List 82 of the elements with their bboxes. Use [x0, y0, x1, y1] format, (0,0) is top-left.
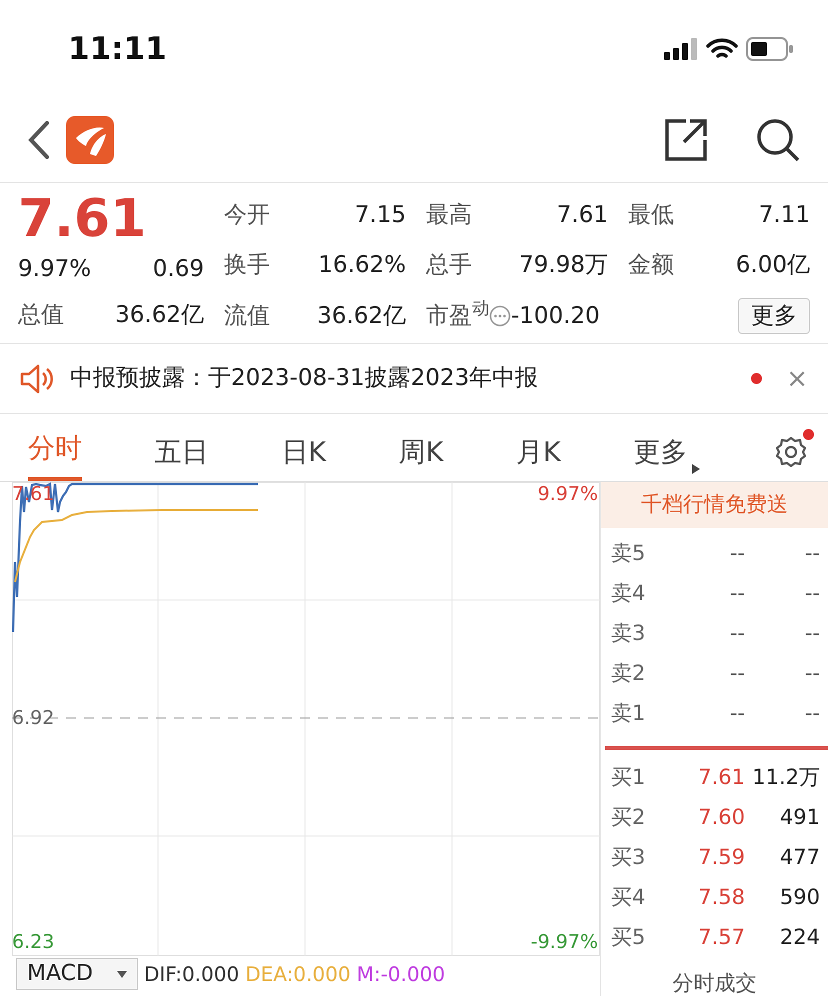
percent-axis-label: 9.97%: [538, 484, 598, 504]
stat-value: 79.98万: [519, 251, 608, 280]
stat-label: 总值: [18, 300, 64, 330]
chart-tab[interactable]: 分时: [28, 428, 82, 481]
order-price: --: [728, 700, 745, 728]
battery-icon: [746, 37, 794, 61]
search-icon[interactable]: [756, 118, 800, 162]
order-price: 7.58: [697, 884, 745, 912]
back-icon[interactable]: [28, 121, 50, 159]
signal-icon: [664, 38, 698, 60]
stat-value: 7.11: [758, 200, 810, 230]
order-label: 卖3: [611, 620, 646, 648]
order-label: 买5: [611, 924, 646, 952]
stat-label: 最低: [628, 200, 674, 230]
order-volume: --: [804, 540, 820, 568]
app-logo-icon: [66, 116, 114, 164]
percent-axis-label: -9.97%: [530, 932, 598, 952]
order-price: 7.59: [697, 844, 745, 872]
indicator-value: DIF:0.000: [144, 961, 240, 988]
stat-label: 市盈$^{动}$: [426, 299, 489, 332]
stat-value: 6.00亿: [736, 251, 810, 280]
order-price: --: [728, 580, 745, 608]
order-label: 卖2: [611, 660, 646, 688]
stat-value: -100.20: [511, 302, 600, 332]
stat-label: 总手: [426, 251, 472, 280]
order-volume: 11.2万: [751, 764, 820, 792]
share-icon[interactable]: [664, 118, 708, 162]
order-volume: 590: [778, 884, 820, 912]
order-volume: 224: [778, 924, 820, 952]
indicator-value: M:-0.000: [356, 961, 446, 988]
stat-label: 最高: [426, 200, 472, 230]
stat-label: 流值: [224, 302, 270, 332]
order-price: --: [728, 660, 745, 688]
order-label: 卖4: [611, 580, 646, 608]
order-label: 买4: [611, 884, 646, 912]
stat-value: 16.62%: [318, 251, 406, 280]
chart-tab[interactable]: 月K: [516, 432, 561, 481]
order-volume: 477: [778, 844, 820, 872]
caret-icon: [692, 464, 700, 474]
stat-value: 36.62亿: [115, 300, 204, 330]
order-volume: --: [804, 700, 820, 728]
chart-tab[interactable]: 日K: [281, 432, 326, 481]
close-button[interactable]: ×: [786, 366, 808, 392]
order-price: --: [728, 540, 745, 568]
order-label: 买3: [611, 844, 646, 872]
stat-value: 7.61: [556, 200, 608, 230]
speaker-icon: [20, 364, 54, 394]
more-button[interactable]: 更多: [738, 298, 810, 334]
order-price: 7.61: [697, 764, 745, 792]
price-axis-label: 6.92: [12, 708, 54, 728]
order-label: 买1: [611, 764, 646, 792]
order-volume: --: [804, 580, 820, 608]
stat-label: 金额: [628, 251, 674, 280]
order-label: 卖5: [611, 540, 646, 568]
indicator-dropdown[interactable]: MACD: [16, 958, 138, 990]
chart-tab[interactable]: 五日: [154, 432, 209, 481]
order-label: 卖1: [611, 700, 646, 728]
more-dropdown[interactable]: 更多: [633, 432, 702, 481]
indicator-value: DEA:0.000: [245, 961, 351, 988]
change-percent: 9.97%: [18, 254, 92, 284]
order-label: 买2: [611, 804, 646, 832]
stat-value: 7.15: [354, 200, 406, 230]
order-volume: --: [804, 620, 820, 648]
change-value: 0.69: [152, 254, 204, 284]
order-price: --: [728, 620, 745, 648]
wifi-icon: [706, 37, 738, 61]
status-time: 11:11: [68, 30, 167, 69]
stat-value: 36.62亿: [317, 302, 406, 332]
order-price: 7.60: [697, 804, 745, 832]
settings-icon[interactable]: [774, 435, 808, 469]
order-tab[interactable]: 分时成交: [601, 958, 828, 996]
stat-label: 今开: [224, 200, 270, 230]
caret-icon: [116, 970, 127, 978]
order-volume: --: [804, 660, 820, 688]
price-text: 7.61: [18, 191, 148, 247]
chart-tab[interactable]: 周K: [398, 432, 444, 481]
more-info-icon[interactable]: [489, 305, 511, 328]
order-volume: 491: [778, 804, 820, 832]
notice-text: 中报预披露：于2023-08-31披露2023年中报: [70, 364, 538, 394]
order-price: 7.57: [697, 924, 745, 952]
stat-label: 换手: [224, 251, 270, 280]
price-axis-label: 6.23: [12, 932, 54, 952]
